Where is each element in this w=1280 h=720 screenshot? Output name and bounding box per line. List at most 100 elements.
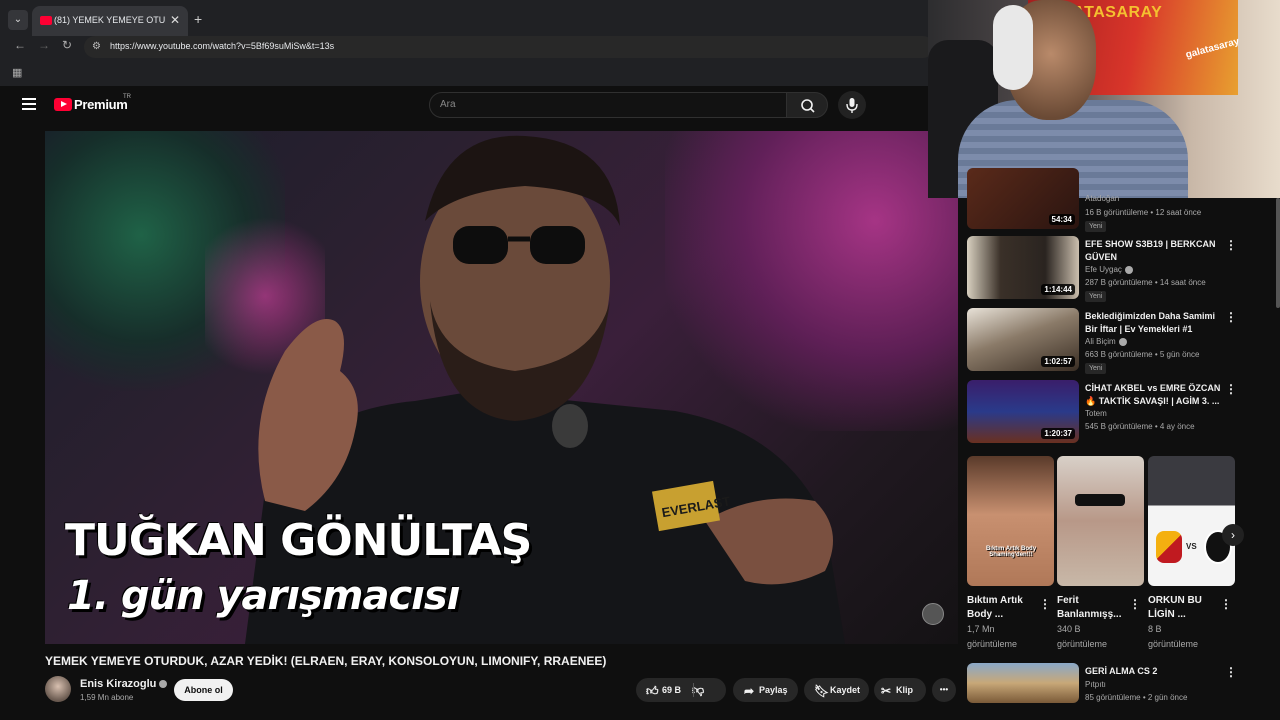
- like-count[interactable]: 69 B: [662, 685, 681, 695]
- video-meta: 545 B görüntüleme • 4 ay önce: [1085, 422, 1195, 431]
- voice-search-button[interactable]: [838, 91, 866, 119]
- more-options-icon[interactable]: ⋮: [1225, 382, 1237, 396]
- video-duration: 1:02:57: [1041, 356, 1075, 367]
- short-title[interactable]: Ferit Banlanmışş...: [1057, 594, 1125, 622]
- video-thumbnail[interactable]: 54:34: [967, 168, 1079, 229]
- share-icon: ➦: [743, 683, 755, 698]
- more-options-icon[interactable]: ⋮: [1225, 310, 1237, 324]
- clip-label: Klip: [896, 685, 913, 695]
- channel-name-wrapper[interactable]: Enis Kirazoglu: [80, 678, 168, 690]
- short-views-label: görüntüleme: [1057, 639, 1108, 649]
- video-duration: 54:34: [1048, 214, 1075, 225]
- forward-arrow-icon[interactable]: →: [38, 38, 50, 52]
- channel-name[interactable]: Enis Kirazoglu: [80, 678, 156, 690]
- video-meta: 663 B görüntüleme • 5 gün önce: [1085, 350, 1200, 359]
- clip-button[interactable]: ✂ Klip: [874, 678, 926, 702]
- tab-close-icon[interactable]: ✕: [170, 13, 180, 27]
- short-title[interactable]: Bıktım Artık Body ...: [967, 594, 1035, 622]
- tab-search-icon[interactable]: ⌄: [8, 10, 28, 30]
- apps-grid-icon[interactable]: ▦: [12, 66, 22, 79]
- search-button[interactable]: [786, 92, 828, 118]
- video-meta: 287 B görüntüleme • 14 saat önce: [1085, 278, 1206, 287]
- sunglasses-icon: [1075, 494, 1125, 506]
- video-duration: 1:20:37: [1041, 428, 1075, 439]
- short-views-label: görüntüleme: [1148, 639, 1199, 649]
- shorts-shelf: Bıktım Artık Body Shaming'den!!! Bıktım …: [967, 456, 1242, 656]
- video-title[interactable]: Beklediğimizden Daha Samimi Bir İftar | …: [1085, 310, 1223, 336]
- more-options-icon[interactable]: ⋮: [1220, 597, 1232, 611]
- video-channel[interactable]: Pıtpıtı: [1085, 680, 1106, 689]
- video-title[interactable]: EFE SHOW S3B19 | BERKCAN GÜVEN: [1085, 238, 1223, 264]
- share-label: Paylaş: [759, 685, 788, 695]
- more-options-icon[interactable]: ⋮: [1225, 238, 1237, 252]
- video-duration: 1:14:44: [1041, 284, 1075, 295]
- thumbs-up-icon[interactable]: 👍︎: [646, 685, 659, 697]
- video-thumbnail[interactable]: 1:14:44: [967, 236, 1079, 299]
- site-info-icon[interactable]: ⚙: [92, 41, 104, 53]
- share-button[interactable]: ➦ Paylaş: [733, 678, 798, 702]
- url-text[interactable]: https://www.youtube.com/watch?v=5Bf69suM…: [110, 41, 334, 51]
- video-channel-wrapper[interactable]: Ali Biçim: [1085, 337, 1127, 346]
- verified-icon: [1118, 337, 1127, 346]
- subscribe-button[interactable]: Abone ol: [174, 679, 233, 701]
- back-arrow-icon[interactable]: ←: [14, 38, 26, 52]
- youtube-favicon-icon: [40, 16, 52, 25]
- scrollbar[interactable]: [1276, 198, 1280, 308]
- video-meta: 16 B görüntüleme • 12 saat önce: [1085, 208, 1202, 217]
- headset-icon: [993, 5, 1033, 90]
- tab-title: (81) YEMEK YEMEYE OTURDUK: [54, 15, 166, 25]
- address-bar[interactable]: ⚙ https://www.youtube.com/watch?v=5Bf69s…: [84, 36, 934, 58]
- save-label: Kaydet: [830, 685, 861, 695]
- save-button[interactable]: 🔖︎Kaydet: [804, 678, 869, 702]
- like-divider: [693, 683, 694, 697]
- microphone-icon: [846, 98, 858, 113]
- scissors-icon: ✂: [880, 683, 892, 698]
- more-options-icon[interactable]: ⋮: [1039, 597, 1051, 611]
- video-meta: 85 görüntüleme • 2 gün önce: [1085, 693, 1188, 702]
- subscriber-count: 1,59 Mn abone: [80, 693, 134, 702]
- video-frame-person: EVERLAST: [245, 135, 845, 644]
- channel-watermark-icon[interactable]: [922, 603, 944, 625]
- video-thumbnail[interactable]: 1:02:57: [967, 308, 1079, 371]
- galatasaray-logo-icon: [1156, 531, 1182, 563]
- shorts-next-button[interactable]: ›: [1222, 524, 1244, 546]
- more-actions-button[interactable]: •••: [932, 678, 956, 702]
- more-options-icon[interactable]: ⋮: [1129, 597, 1141, 611]
- more-options-icon[interactable]: ⋮: [1225, 665, 1237, 679]
- video-thumbnail[interactable]: [967, 663, 1079, 703]
- short-item[interactable]: Ferit Banlanmışş... 340 B görüntüleme ⋮: [1057, 456, 1144, 652]
- versus-icon: VS: [1186, 542, 1197, 551]
- new-badge: Yeni: [1085, 291, 1107, 302]
- short-thumbnail[interactable]: Bıktım Artık Body Shaming'den!!!: [967, 456, 1054, 586]
- short-thumbnail[interactable]: VS: [1148, 456, 1235, 586]
- channel-avatar[interactable]: [45, 676, 71, 702]
- verified-icon: [1124, 265, 1133, 274]
- video-channel[interactable]: Ali Biçim: [1085, 337, 1116, 346]
- short-views: 340 B: [1057, 624, 1081, 634]
- video-title[interactable]: GERİ ALMA CS 2: [1085, 665, 1223, 678]
- video-channel[interactable]: Atadoğan: [1085, 194, 1119, 203]
- video-channel[interactable]: Totem: [1085, 409, 1107, 418]
- new-badge: Yeni: [1085, 363, 1107, 374]
- short-item[interactable]: Bıktım Artık Body Shaming'den!!! Bıktım …: [967, 456, 1054, 652]
- video-player[interactable]: EVERLAST TUĞKAN GÖNÜLTAŞ 1. gün yarışmac…: [45, 131, 958, 644]
- video-title[interactable]: CİHAT AKBEL vs EMRE ÖZCAN 🔥 TAKTİK SAVAŞ…: [1085, 382, 1223, 408]
- short-title[interactable]: ORKUN BU LİGİN ...: [1148, 594, 1216, 622]
- short-views-label: görüntüleme: [967, 639, 1018, 649]
- tab-active[interactable]: (81) YEMEK YEMEYE OTURDUK ✕: [32, 6, 188, 36]
- logo-text[interactable]: Premium: [74, 97, 128, 112]
- video-thumbnail[interactable]: 1:20:37: [967, 380, 1079, 443]
- bookmark-icon: 🔖︎: [814, 683, 830, 698]
- new-tab-button[interactable]: +: [194, 11, 202, 27]
- reload-icon[interactable]: ↻: [62, 38, 72, 52]
- video-caption-subtitle: 1. gün yarışmacısı: [67, 573, 460, 619]
- youtube-logo-icon[interactable]: [54, 98, 72, 111]
- short-item[interactable]: VS ORKUN BU LİGİN ... 8 B görüntüleme ⋮: [1148, 456, 1235, 652]
- video-channel-wrapper[interactable]: Efe Uygaç: [1085, 265, 1133, 274]
- video-title: YEMEK YEMEYE OTURDUK, AZAR YEDİK! (ELRAE…: [45, 654, 607, 668]
- menu-icon[interactable]: [22, 98, 36, 110]
- video-channel[interactable]: Efe Uygaç: [1085, 265, 1122, 274]
- search-input[interactable]: Ara: [429, 92, 787, 118]
- short-views: 8 B: [1148, 624, 1162, 634]
- short-thumbnail[interactable]: [1057, 456, 1144, 586]
